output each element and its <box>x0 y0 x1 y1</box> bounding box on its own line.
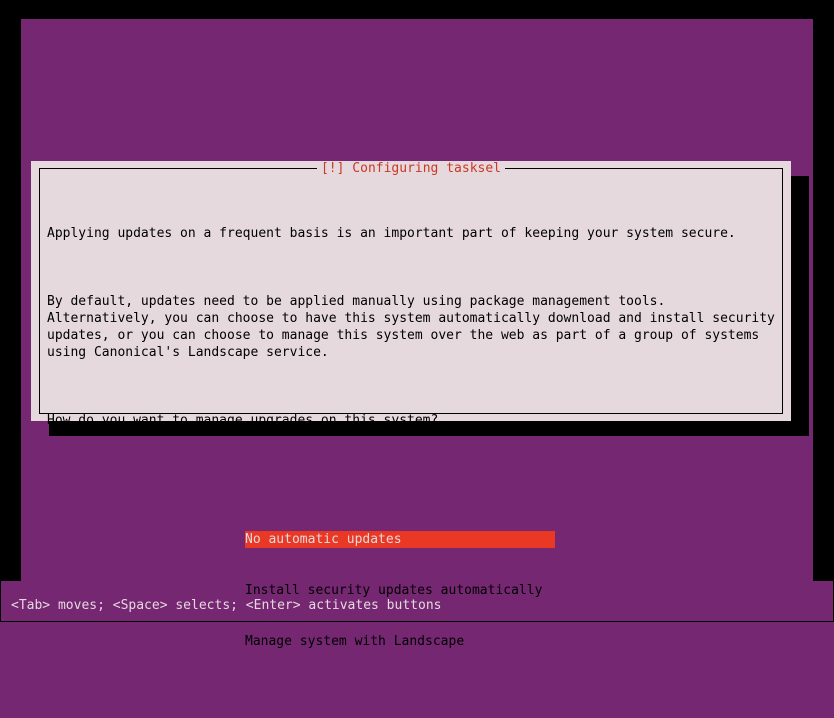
dialog-title: [!] Configuring tasksel <box>317 161 505 176</box>
dialog-paragraph-2: By default, updates need to be applied m… <box>47 293 775 361</box>
screen-right-border <box>813 1 833 581</box>
option-manage-with-landscape[interactable]: Manage system with Landscape <box>245 633 775 650</box>
screen-left-border <box>1 1 21 581</box>
screen-top-border <box>21 1 813 19</box>
dialog-paragraph-1: Applying updates on a frequent basis is … <box>47 225 775 242</box>
footer-hint: <Tab> moves; <Space> selects; <Enter> ac… <box>11 597 441 614</box>
options-list: No automatic updates Install security up… <box>245 497 775 684</box>
dialog-content: Applying updates on a frequent basis is … <box>47 191 775 718</box>
tasksel-dialog: [!] Configuring tasksel Applying updates… <box>31 161 791 421</box>
dialog-question: How do you want to manage upgrades on th… <box>47 412 775 429</box>
option-no-automatic-updates[interactable]: No automatic updates <box>245 531 555 548</box>
